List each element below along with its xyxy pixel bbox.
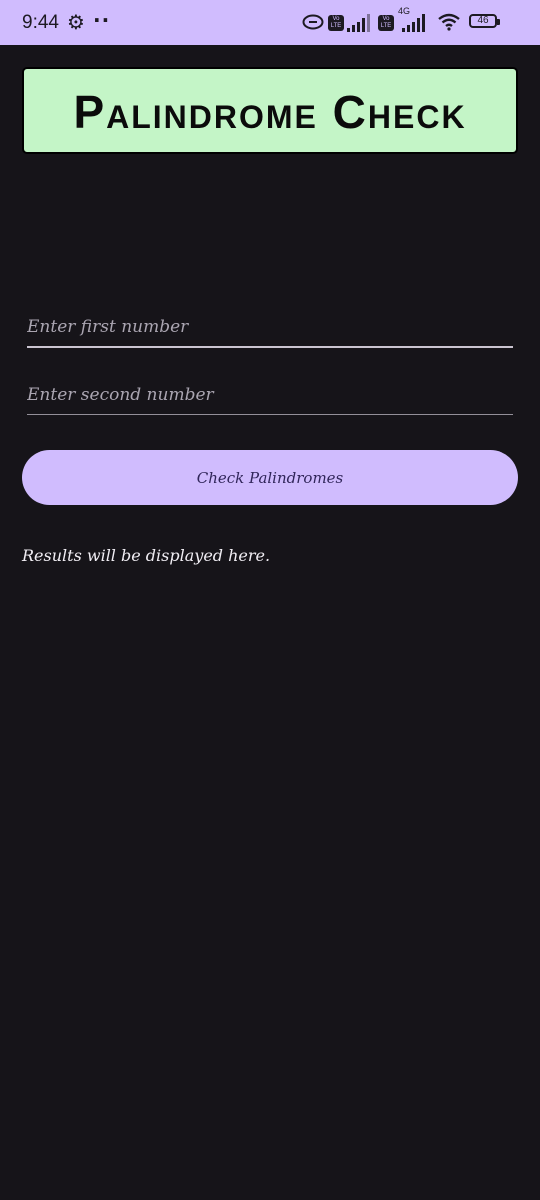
first-number-underline bbox=[27, 346, 513, 348]
second-number-input[interactable] bbox=[27, 382, 513, 408]
volte-icon: Vo LTE bbox=[378, 15, 394, 31]
first-number-field[interactable] bbox=[27, 314, 513, 348]
notification-dots: ·· bbox=[93, 8, 111, 32]
results-text: Results will be displayed here. bbox=[22, 546, 271, 565]
signal-icon bbox=[347, 14, 370, 32]
link-icon bbox=[302, 14, 324, 30]
battery-tip bbox=[497, 19, 500, 25]
title-banner: Palindrome Check bbox=[22, 67, 518, 154]
status-time: 9:44 bbox=[22, 12, 59, 33]
second-number-field[interactable] bbox=[27, 382, 513, 415]
status-icons: Vo LTE Vo LTE 4G 46 bbox=[302, 6, 512, 36]
check-palindromes-button[interactable]: Check Palindromes bbox=[22, 450, 518, 505]
battery-icon: 46 bbox=[469, 14, 497, 28]
settings-gear-icon: ⚙ bbox=[67, 10, 85, 34]
signal-4g-icon bbox=[402, 14, 425, 32]
first-number-input[interactable] bbox=[27, 314, 513, 340]
status-bar: 9:44 ⚙ ·· Vo LTE Vo LTE 4G 46 bbox=[0, 0, 540, 45]
volte-icon: Vo LTE bbox=[328, 15, 344, 31]
second-number-underline bbox=[27, 414, 513, 415]
wifi-icon bbox=[438, 13, 460, 31]
page-title: Palindrome Check bbox=[73, 86, 467, 138]
